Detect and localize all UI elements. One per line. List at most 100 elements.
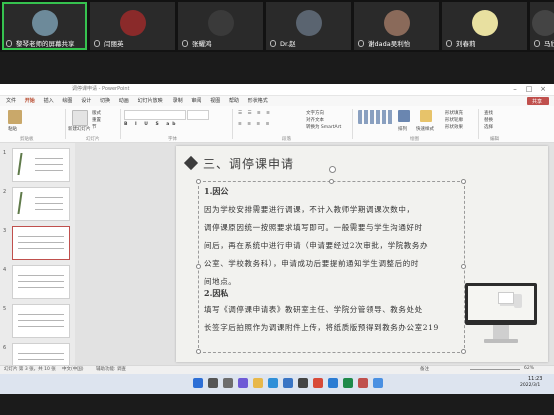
- maximize-icon[interactable]: □: [524, 85, 534, 94]
- zoom-slider[interactable]: [470, 369, 520, 370]
- thumbnail-number: 3: [3, 228, 7, 234]
- menu-item[interactable]: 设计: [81, 97, 91, 104]
- slide-thumbnail[interactable]: [12, 304, 70, 338]
- resize-handle[interactable]: [196, 349, 201, 354]
- menu-item[interactable]: 幻灯片放映: [138, 97, 163, 104]
- align-text-button[interactable]: 对齐文本: [306, 117, 324, 123]
- menu-item[interactable]: 形状格式: [248, 97, 268, 104]
- search-icon[interactable]: [208, 378, 218, 388]
- menu-item[interactable]: 动画: [119, 97, 129, 104]
- monitor-screen: [468, 286, 534, 320]
- participant-tile[interactable]: 张耀鸿: [178, 2, 263, 50]
- clock-date: 2022/3/1: [520, 383, 541, 388]
- section-button[interactable]: 节: [92, 124, 97, 130]
- accessibility-indicator[interactable]: 辅助功能: 调查: [96, 366, 126, 372]
- participant-tile[interactable]: 刘春莉: [442, 2, 527, 50]
- menu-item[interactable]: 切换: [100, 97, 110, 104]
- menu-item[interactable]: 审阅: [191, 97, 201, 104]
- task-view-icon[interactable]: [223, 378, 233, 388]
- quick-styles-label[interactable]: 快速样式: [416, 126, 434, 132]
- group-label-slides: 幻灯片: [86, 137, 100, 142]
- menu-item[interactable]: 插入: [44, 97, 54, 104]
- participant-name: 张耀鸿: [192, 40, 212, 48]
- menu-item[interactable]: 绘图: [62, 97, 72, 104]
- bottom-bar: [0, 394, 554, 415]
- resize-handle[interactable]: [196, 264, 201, 269]
- list-buttons[interactable]: ☰ ☰ ≡ ≡: [238, 111, 272, 116]
- app-icon[interactable]: [373, 378, 383, 388]
- align-buttons[interactable]: ≡ ≡ ≡ ≡: [238, 122, 271, 127]
- resize-handle[interactable]: [461, 349, 466, 354]
- paste-icon[interactable]: [8, 110, 22, 124]
- rotate-handle-icon[interactable]: [329, 166, 336, 173]
- menu-item[interactable]: 录制: [173, 97, 183, 104]
- participant-tile[interactable]: Dr.赵: [266, 2, 351, 50]
- participant-tile[interactable]: 黎琴老师的屏幕共享: [2, 2, 87, 50]
- app-icon[interactable]: [313, 378, 323, 388]
- app-icon[interactable]: [343, 378, 353, 388]
- smartart-button[interactable]: 转换为 SmartArt: [306, 124, 341, 130]
- menu-item[interactable]: 帮助: [229, 97, 239, 104]
- layout-button[interactable]: 版式: [92, 110, 101, 116]
- microphone-icon: [182, 40, 188, 47]
- resize-handle[interactable]: [329, 179, 334, 184]
- participant-tile[interactable]: 马欣: [530, 2, 554, 50]
- microphone-icon: [270, 40, 276, 47]
- app-icon[interactable]: [283, 378, 293, 388]
- slide-thumbnail[interactable]: [12, 265, 70, 299]
- quick-styles-icon[interactable]: [420, 110, 432, 122]
- find-button[interactable]: 查找: [484, 110, 493, 116]
- zoom-level[interactable]: 62%: [524, 366, 534, 371]
- menu-item[interactable]: 开始: [25, 97, 35, 104]
- thumbnail-number: 2: [3, 189, 7, 195]
- participant-tile[interactable]: 谢dada吴利怡: [354, 2, 439, 50]
- shapes-gallery[interactable]: [358, 110, 394, 124]
- font-name-box[interactable]: [124, 110, 186, 120]
- font-style-buttons[interactable]: B I U S ab: [124, 122, 179, 127]
- arrange-label[interactable]: 排列: [398, 126, 407, 132]
- menu-item[interactable]: 视图: [210, 97, 220, 104]
- share-button[interactable]: 共享: [527, 97, 549, 105]
- menu-item[interactable]: 文件: [6, 97, 16, 104]
- select-button[interactable]: 选择: [484, 124, 493, 130]
- resize-handle[interactable]: [461, 264, 466, 269]
- close-icon[interactable]: ×: [538, 85, 548, 94]
- slide-heading[interactable]: 三、调停课申请: [203, 155, 294, 172]
- shape-outline-button[interactable]: 形状轮廓: [445, 117, 463, 123]
- windows-start-icon[interactable]: [193, 378, 203, 388]
- avatar: [383, 10, 410, 36]
- paste-label[interactable]: 粘贴: [8, 126, 17, 132]
- resize-handle[interactable]: [461, 179, 466, 184]
- new-slide-icon[interactable]: [72, 110, 88, 126]
- app-icon[interactable]: [328, 378, 338, 388]
- minimize-icon[interactable]: –: [510, 85, 520, 94]
- edge-browser-icon[interactable]: [268, 378, 278, 388]
- avatar: [119, 10, 146, 36]
- replace-button[interactable]: 替换: [484, 117, 493, 123]
- new-slide-label[interactable]: 新建幻灯片: [68, 126, 91, 132]
- participant-tile[interactable]: 闫丽英: [90, 2, 175, 50]
- paragraph-line: 因为学校安排需要进行调课，不计入教师学期调课次数中，: [204, 205, 415, 214]
- microphone-icon: [94, 40, 100, 47]
- avatar: [295, 10, 322, 36]
- notes-button[interactable]: 备注: [420, 366, 429, 372]
- avatar: [31, 10, 58, 36]
- shape-fill-button[interactable]: 形状填充: [445, 110, 463, 116]
- resize-handle[interactable]: [196, 179, 201, 184]
- slide-counter: 幻灯片 第 3 张，共 10 张: [4, 367, 56, 372]
- arrange-icon[interactable]: [398, 110, 410, 122]
- font-size-box[interactable]: [187, 110, 209, 120]
- shape-effects-button[interactable]: 形状效果: [445, 124, 463, 130]
- slide-thumbnail[interactable]: [12, 148, 70, 182]
- chat-app-icon[interactable]: [238, 378, 248, 388]
- slide-thumbnail[interactable]: [12, 187, 70, 221]
- slide-thumbnail[interactable]: [12, 226, 70, 260]
- text-direction-button[interactable]: 文字方向: [306, 110, 324, 116]
- file-explorer-icon[interactable]: [253, 378, 263, 388]
- group-label-drawing: 绘图: [410, 137, 419, 142]
- group-label-clipboard: 剪贴板: [20, 137, 34, 142]
- language-indicator[interactable]: 中文(中国): [62, 366, 84, 372]
- powerpoint-taskbar-icon[interactable]: [358, 378, 368, 388]
- app-icon[interactable]: [298, 378, 308, 388]
- reset-button[interactable]: 重置: [92, 117, 101, 123]
